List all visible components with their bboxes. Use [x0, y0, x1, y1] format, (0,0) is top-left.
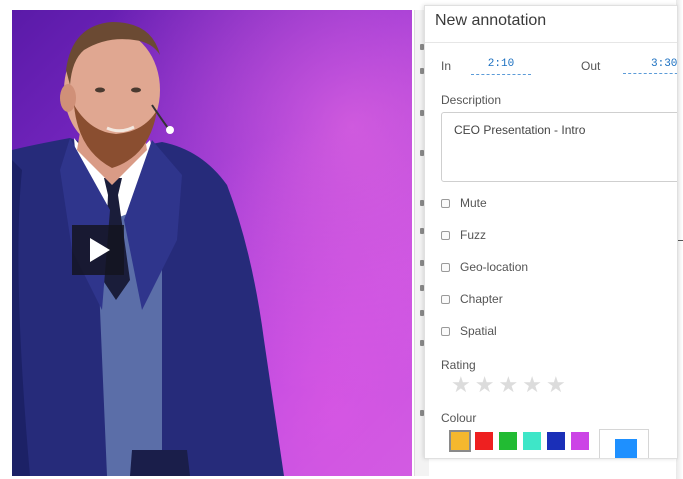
fuzz-checkbox[interactable]: [441, 230, 450, 240]
play-icon: [90, 238, 110, 262]
play-button[interactable]: [72, 225, 124, 275]
rating-label: Rating: [441, 358, 476, 372]
custom-colour-preview: [615, 439, 637, 458]
custom-colour-picker[interactable]: [599, 429, 649, 458]
colour-swatch-yellow[interactable]: [449, 430, 471, 452]
spatial-checkbox[interactable]: [441, 326, 450, 336]
spatial-label: Spatial: [460, 324, 497, 338]
colour-swatch-green[interactable]: [499, 432, 517, 450]
star-icon[interactable]: ★: [451, 374, 471, 396]
video-player[interactable]: [12, 10, 412, 476]
title-divider: [425, 42, 677, 43]
mute-checkbox[interactable]: [441, 198, 450, 208]
geo-location-checkbox[interactable]: [441, 262, 450, 272]
star-icon[interactable]: ★: [522, 374, 542, 396]
mute-option[interactable]: Mute: [441, 195, 487, 211]
description-label: Description: [441, 93, 502, 107]
annotation-panel: New annotation In 2:10 Out 3:30 Descript…: [424, 5, 678, 459]
chapter-checkbox[interactable]: [441, 294, 450, 304]
rating-stars: ★ ★ ★ ★ ★: [451, 374, 570, 396]
description-textarea[interactable]: CEO Presentation - Intro: [441, 112, 677, 182]
colour-swatch-red[interactable]: [475, 432, 493, 450]
mute-label: Mute: [460, 196, 487, 210]
colour-swatch-purple[interactable]: [571, 432, 589, 450]
out-label: Out: [581, 59, 601, 73]
spatial-option[interactable]: Spatial: [441, 323, 497, 339]
in-time-field[interactable]: 2:10: [471, 58, 531, 75]
star-icon[interactable]: ★: [475, 374, 495, 396]
chapter-label: Chapter: [460, 292, 503, 306]
geo-location-label: Geo-location: [460, 260, 529, 274]
colour-swatches: [449, 430, 595, 452]
colour-swatch-teal[interactable]: [523, 432, 541, 450]
colour-label: Colour: [441, 411, 477, 425]
geo-location-option[interactable]: Geo-location: [441, 259, 528, 275]
fuzz-label: Fuzz: [460, 228, 487, 242]
star-icon[interactable]: ★: [498, 374, 518, 396]
colour-swatch-navy[interactable]: [547, 432, 565, 450]
star-icon[interactable]: ★: [546, 374, 566, 396]
chapter-option[interactable]: Chapter: [441, 291, 503, 307]
in-label: In: [441, 59, 452, 73]
out-time-field[interactable]: 3:30: [623, 58, 677, 74]
fuzz-option[interactable]: Fuzz: [441, 227, 486, 243]
panel-title: New annotation: [435, 12, 547, 29]
